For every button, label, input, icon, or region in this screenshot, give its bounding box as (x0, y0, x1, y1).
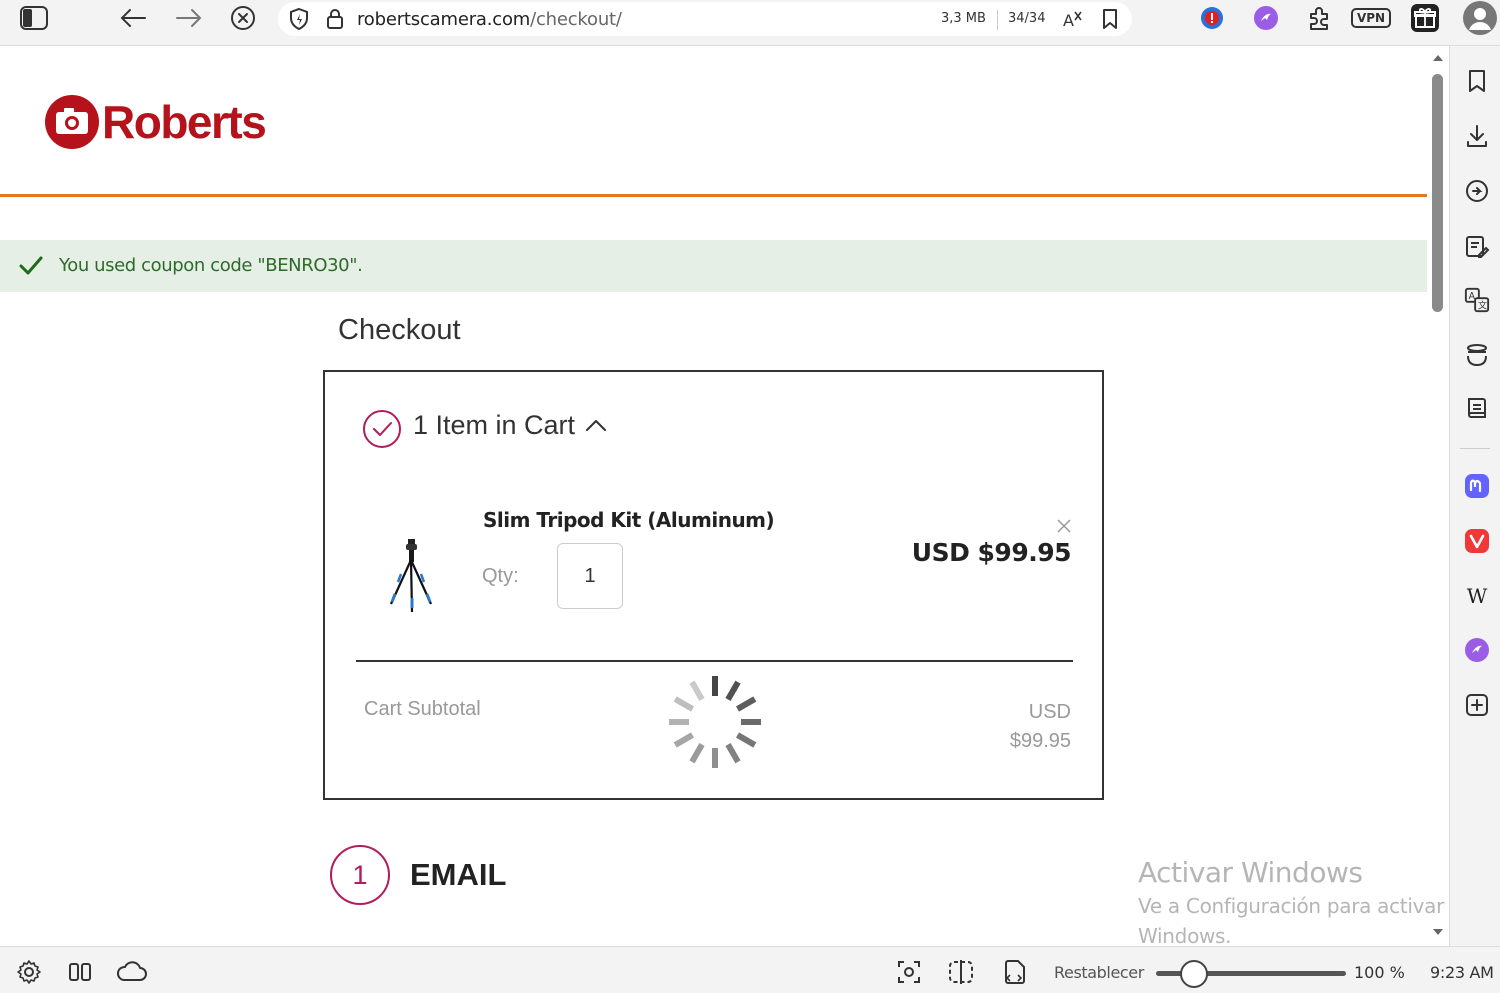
profile-avatar-icon[interactable] (1462, 0, 1498, 36)
settings-gear-icon[interactable] (15, 958, 43, 986)
cart-summary: 1 Item in Cart Slim Tripod Kit (Aluminum… (323, 370, 1104, 800)
scroll-up-arrow-icon[interactable] (1432, 54, 1444, 62)
logo-text: Roberts (102, 96, 267, 148)
browser-statusbar: Restablecer 100 % 9:23 AM (0, 946, 1500, 993)
address-divider (997, 10, 998, 30)
downloads-icon[interactable] (1464, 123, 1490, 149)
spinner-spoke (673, 732, 694, 748)
windows-activation-watermark: Activar Windows Ve a Configuración para … (1138, 856, 1448, 951)
mastodon-icon[interactable] (1464, 473, 1490, 499)
subtotal-value: USD $99.95 (1010, 698, 1071, 756)
panel-toggle-icon[interactable] (19, 4, 49, 32)
subtotal-label: Cart Subtotal (364, 698, 481, 720)
subtotal-currency: USD (1028, 701, 1071, 723)
sync-cloud-icon[interactable] (116, 958, 148, 986)
reading-list-icon[interactable] (1464, 396, 1490, 422)
cart-divider (356, 660, 1073, 662)
item-price: USD $99.95 (911, 538, 1072, 567)
stop-loading-icon[interactable] (228, 4, 258, 32)
translate-a-icon[interactable]: A (1062, 9, 1084, 29)
page-actions-icon[interactable] (1000, 958, 1028, 986)
spinner-spoke (725, 680, 741, 701)
cart-toggle[interactable]: 1 Item in Cart (413, 410, 575, 441)
extensions-puzzle-icon[interactable] (1305, 4, 1335, 32)
svg-text:A: A (1063, 11, 1074, 29)
svg-text:文: 文 (1478, 299, 1487, 311)
adblock-extension-icon[interactable] (1197, 4, 1227, 32)
window-panel-icon[interactable] (1464, 342, 1490, 368)
aria-panel-icon[interactable] (1464, 637, 1490, 663)
history-icon[interactable] (1464, 178, 1490, 204)
qty-label: Qty: (482, 565, 519, 587)
zoom-level: 100 % (1354, 963, 1405, 982)
address-bar[interactable]: robertscamera.com/checkout/ 3,3 MB 34/34… (278, 2, 1132, 36)
clock: 9:23 AM (1430, 963, 1494, 982)
vpn-label: VPN (1350, 8, 1392, 28)
coupon-message: You used coupon code "BENRO30". (59, 255, 363, 276)
checkmark-icon (19, 255, 43, 277)
remove-item-close-icon[interactable] (1056, 518, 1072, 534)
back-arrow-icon[interactable] (118, 4, 148, 32)
aria-extension-icon[interactable] (1251, 4, 1281, 32)
tab-tiling-icon[interactable] (66, 958, 94, 986)
spinner-spoke (689, 743, 705, 764)
browser-sidebar: A文 W (1449, 46, 1500, 946)
email-step-number: 1 (330, 845, 390, 905)
header-divider (0, 194, 1427, 197)
cart-check-circle-icon (362, 409, 402, 449)
bookmark-icon[interactable] (1102, 8, 1118, 30)
vpn-badge[interactable]: VPN (1350, 4, 1392, 32)
email-step-title: EMAIL (410, 857, 507, 892)
notes-icon[interactable] (1464, 233, 1490, 259)
camera-logo-icon (45, 95, 99, 149)
subtotal-amount: $99.95 (1009, 730, 1071, 752)
translate-panel-icon[interactable]: A文 (1464, 287, 1490, 313)
memory-usage: 3,3 MB (941, 11, 986, 26)
loading-spinner-icon (667, 674, 763, 770)
shield-icon[interactable] (288, 7, 310, 31)
svg-text:A: A (1469, 291, 1476, 302)
page-title: Checkout (338, 314, 461, 346)
spinner-spoke (725, 743, 741, 764)
page-scrollbar[interactable] (1427, 48, 1449, 946)
spinner-spoke (736, 696, 757, 712)
watermark-subtitle: Ve a Configuración para activar Windows. (1138, 894, 1445, 948)
zoom-reset-button[interactable]: Restablecer (1054, 963, 1144, 982)
product-name[interactable]: Slim Tripod Kit (Aluminum) (483, 508, 775, 532)
watermark-title: Activar Windows (1138, 856, 1363, 889)
spinner-spoke (673, 696, 694, 712)
spinner-spoke (736, 732, 757, 748)
add-panel-icon[interactable] (1464, 692, 1490, 718)
browser-toolbar: robertscamera.com/checkout/ 3,3 MB 34/34… (0, 0, 1500, 46)
vivaldi-icon[interactable] (1464, 528, 1490, 554)
sidebar-divider (1460, 448, 1490, 449)
url-text[interactable]: robertscamera.com/checkout/ (357, 9, 622, 30)
page-tiling-icon[interactable] (947, 958, 975, 986)
lock-icon (326, 8, 344, 30)
gift-icon[interactable] (1410, 4, 1440, 32)
qty-input[interactable] (557, 543, 623, 609)
scroll-thumb[interactable] (1432, 74, 1443, 312)
chevron-up-icon[interactable] (585, 418, 607, 432)
zoom-slider-thumb[interactable] (1180, 960, 1208, 988)
bookmarks-panel-icon[interactable] (1464, 68, 1490, 94)
tab-counter[interactable]: 34/34 (1008, 11, 1045, 26)
spinner-spoke (689, 680, 705, 701)
tripod-product-image[interactable] (387, 536, 435, 614)
roberts-logo[interactable]: Roberts (44, 94, 267, 150)
wikipedia-icon[interactable]: W (1464, 583, 1490, 609)
capture-icon[interactable] (895, 958, 923, 986)
coupon-success-banner: You used coupon code "BENRO30". (0, 240, 1427, 292)
forward-arrow-icon[interactable] (174, 4, 204, 32)
